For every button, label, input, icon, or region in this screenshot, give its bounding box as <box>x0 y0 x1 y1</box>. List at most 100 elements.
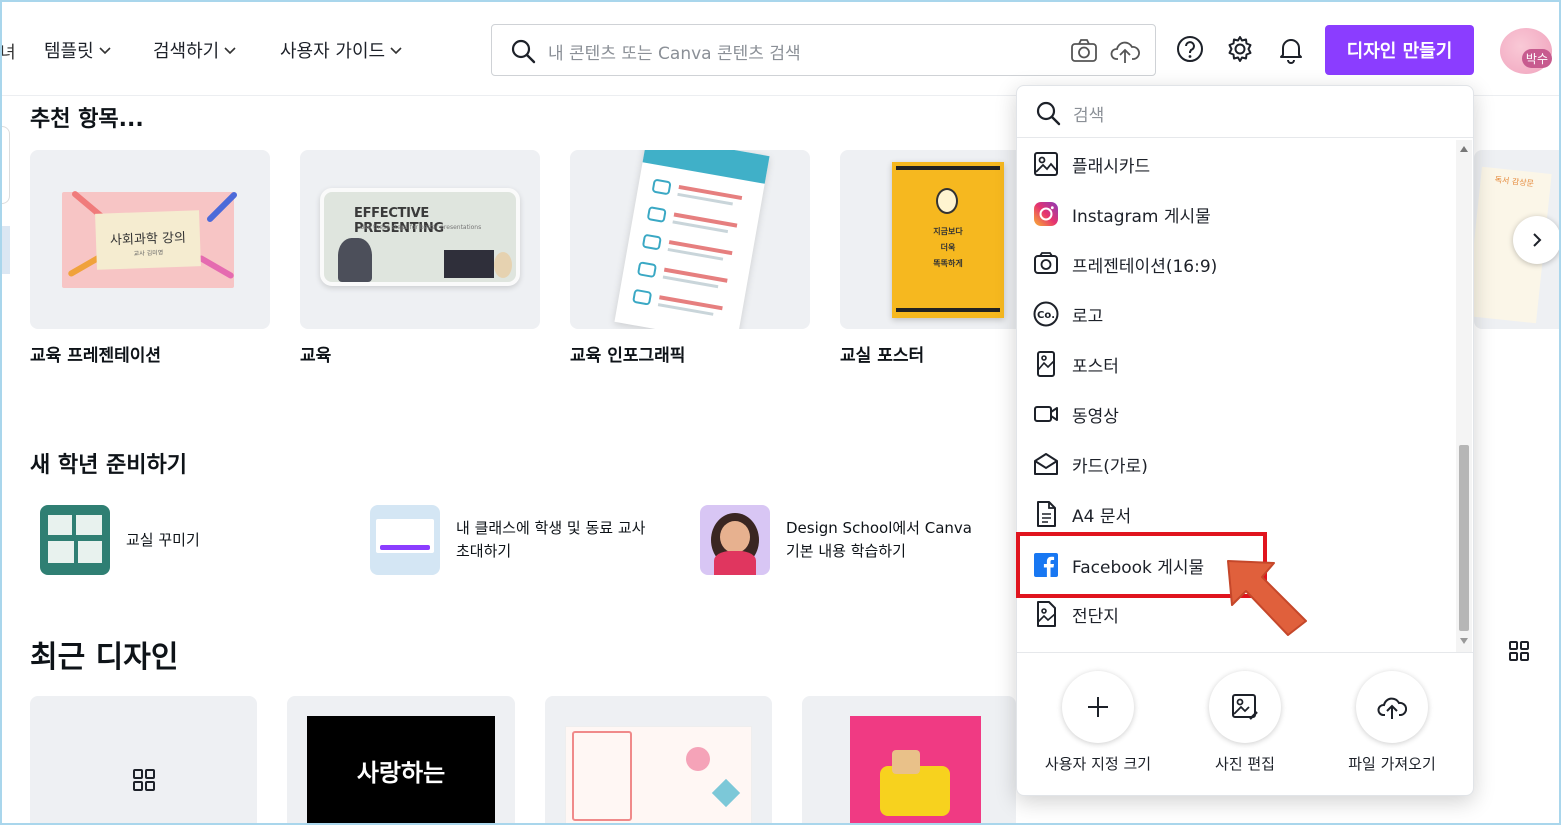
action-label: 파일 가져오기 <box>1348 755 1436 773</box>
recent-card[interactable] <box>802 696 1016 825</box>
design-type-label: Instagram 게시물 <box>1072 206 1211 227</box>
design-type-presentation[interactable]: 프레젠테이션(16:9) <box>1017 240 1455 288</box>
nav-templates[interactable]: 템플릿 <box>44 37 112 63</box>
thumb-title: 사회과학 강의 <box>109 230 187 249</box>
recent-designs-title: 최근 디자인 <box>30 640 179 675</box>
card-label[interactable]: 교육 <box>300 341 331 366</box>
document-icon <box>1037 501 1056 527</box>
nav-discover[interactable]: 검색하기 <box>153 37 237 63</box>
notification-bell-icon[interactable] <box>1276 34 1306 64</box>
design-type-label: 동영상 <box>1072 406 1119 427</box>
video-icon <box>1034 406 1058 422</box>
card-label[interactable]: 교육 인포그래픽 <box>570 341 685 366</box>
design-type-flashcard[interactable]: 플래시카드 <box>1017 140 1455 188</box>
search-icon <box>1036 101 1061 126</box>
back-to-school-title: 새 학년 준비하기 <box>30 453 187 478</box>
design-type-label: 포스터 <box>1072 356 1119 377</box>
classroom-thumb <box>40 505 110 575</box>
design-school-thumb <box>700 505 770 575</box>
nav-user-guide[interactable]: 사용자 가이드 <box>280 37 403 63</box>
custom-size-button[interactable]: 사용자 지정 크기 <box>1033 671 1163 774</box>
recent-card[interactable] <box>545 696 772 825</box>
dropdown-scrollbar[interactable] <box>1456 140 1472 652</box>
recent-thumb-text: 사랑하는 <box>356 759 446 787</box>
design-type-label: 전단지 <box>1072 606 1119 627</box>
card-label[interactable]: 교육 프레젠테이션 <box>30 341 161 366</box>
poster-line: 더욱 <box>940 243 956 252</box>
bts-classroom-decor[interactable]: 교실 꾸미기 <box>40 505 340 577</box>
design-type-poster[interactable]: 포스터 <box>1017 340 1455 388</box>
template-card-edu-presentation[interactable]: 사회과학 강의 교사 김미영 <box>30 150 270 329</box>
photo-edit-button[interactable]: 사진 편집 <box>1180 671 1310 774</box>
card-label[interactable]: 교실 포스터 <box>840 341 924 366</box>
import-file-button[interactable]: 파일 가져오기 <box>1327 671 1457 774</box>
recent-card[interactable] <box>30 696 257 825</box>
flyer-icon <box>1037 601 1056 627</box>
thumb-subtitle: Use these steps for better presentations <box>360 224 482 231</box>
search-placeholder: 내 콘텐츠 또는 Canva 콘텐츠 검색 <box>548 44 801 64</box>
gear-icon[interactable] <box>1225 34 1255 64</box>
recent-card[interactable]: 사랑하는 <box>287 696 515 825</box>
pointer-arrow-icon <box>1227 560 1307 636</box>
scroll-up-arrow[interactable] <box>1460 146 1468 152</box>
design-type-a4-document[interactable]: A4 문서 <box>1017 490 1455 538</box>
help-icon[interactable] <box>1175 34 1205 64</box>
nav-user-guide-label: 사용자 가이드 <box>280 41 386 62</box>
template-card-education[interactable]: EFFECTIVE PRESENTING Use these steps for… <box>300 150 540 329</box>
image-icon <box>1034 152 1058 176</box>
bts-label: 초대하기 <box>456 542 512 560</box>
top-header: 녀 템플릿 검색하기 사용자 가이드 내 콘텐츠 또는 Canva 콘텐츠 검색… <box>0 0 1561 96</box>
design-type-video[interactable]: 동영상 <box>1017 390 1455 438</box>
bts-design-school[interactable]: Design School에서 Canva 기본 내용 학습하기 <box>700 505 1010 577</box>
design-type-label: 플래시카드 <box>1072 156 1151 177</box>
photo-edit-icon <box>1232 694 1258 720</box>
chevron-down-icon <box>99 47 111 55</box>
template-card-edu-infographic[interactable] <box>570 150 810 329</box>
lightbulb-icon <box>936 188 958 214</box>
chevron-down-icon <box>224 47 236 55</box>
upload-cloud-icon[interactable] <box>1110 37 1140 65</box>
create-design-dropdown: 검색 플래시카드 Instagram 게시물 프레젠테이션(16:9) Co. … <box>1016 85 1474 796</box>
bts-label: 교실 꾸미기 <box>126 531 200 549</box>
main-search-bar[interactable]: 내 콘텐츠 또는 Canva 콘텐츠 검색 <box>491 24 1156 76</box>
left-panel-edge-2 <box>0 226 10 274</box>
dropdown-search-placeholder: 검색 <box>1073 106 1105 126</box>
camera-search-icon[interactable] <box>1070 38 1098 64</box>
scroll-down-arrow[interactable] <box>1460 638 1468 644</box>
search-icon <box>511 39 536 64</box>
edge-nav-fragment[interactable]: 녀 <box>0 38 16 63</box>
design-type-label: 로고 <box>1072 306 1104 327</box>
bts-label: Design School에서 Canva <box>786 519 972 537</box>
dropdown-search[interactable]: 검색 <box>1017 86 1473 138</box>
grid-view-icon[interactable] <box>1508 640 1530 662</box>
design-type-label: 프레젠테이션(16:9) <box>1072 256 1218 277</box>
scroll-thumb[interactable] <box>1459 445 1469 631</box>
plus-icon <box>1088 697 1108 717</box>
carousel-next-button[interactable] <box>1513 216 1561 264</box>
design-type-logo[interactable]: Co. 로고 <box>1017 290 1455 338</box>
nav-templates-label: 템플릿 <box>44 41 94 62</box>
design-type-label: A4 문서 <box>1072 506 1132 527</box>
grid-placeholder-icon <box>133 769 155 791</box>
recommended-title: 추천 항목... <box>30 107 144 132</box>
instagram-icon <box>1034 202 1058 226</box>
poster-icon <box>1037 351 1055 377</box>
invite-thumb <box>370 505 440 575</box>
bts-label: 기본 내용 학습하기 <box>786 542 906 560</box>
poster-line: 똑똑하게 <box>933 259 963 268</box>
bts-invite-class[interactable]: 내 클래스에 학생 및 동료 교사 초대하기 <box>370 505 680 577</box>
thumb-title: EFFECTIVE PRESENTING <box>354 206 444 236</box>
dropdown-actions: 사용자 지정 크기 사진 편집 파일 가져오기 <box>1017 652 1473 796</box>
thumbnail-education: EFFECTIVE PRESENTING Use these steps for… <box>320 188 520 286</box>
presentation-icon <box>1034 252 1058 274</box>
design-type-instagram[interactable]: Instagram 게시물 <box>1017 190 1455 238</box>
create-design-button[interactable]: 디자인 만들기 <box>1325 25 1474 75</box>
svg-text:Co.: Co. <box>1037 310 1055 321</box>
avatar[interactable]: 박수 <box>1500 28 1552 74</box>
partial-card-text: 독서 감상문 <box>1494 175 1535 189</box>
logo-co-icon: Co. <box>1033 301 1059 327</box>
action-label: 사진 편집 <box>1215 755 1275 773</box>
upload-cloud-icon <box>1377 697 1407 719</box>
design-type-card-landscape[interactable]: 카드(가로) <box>1017 440 1455 488</box>
left-panel-edge <box>0 126 10 204</box>
